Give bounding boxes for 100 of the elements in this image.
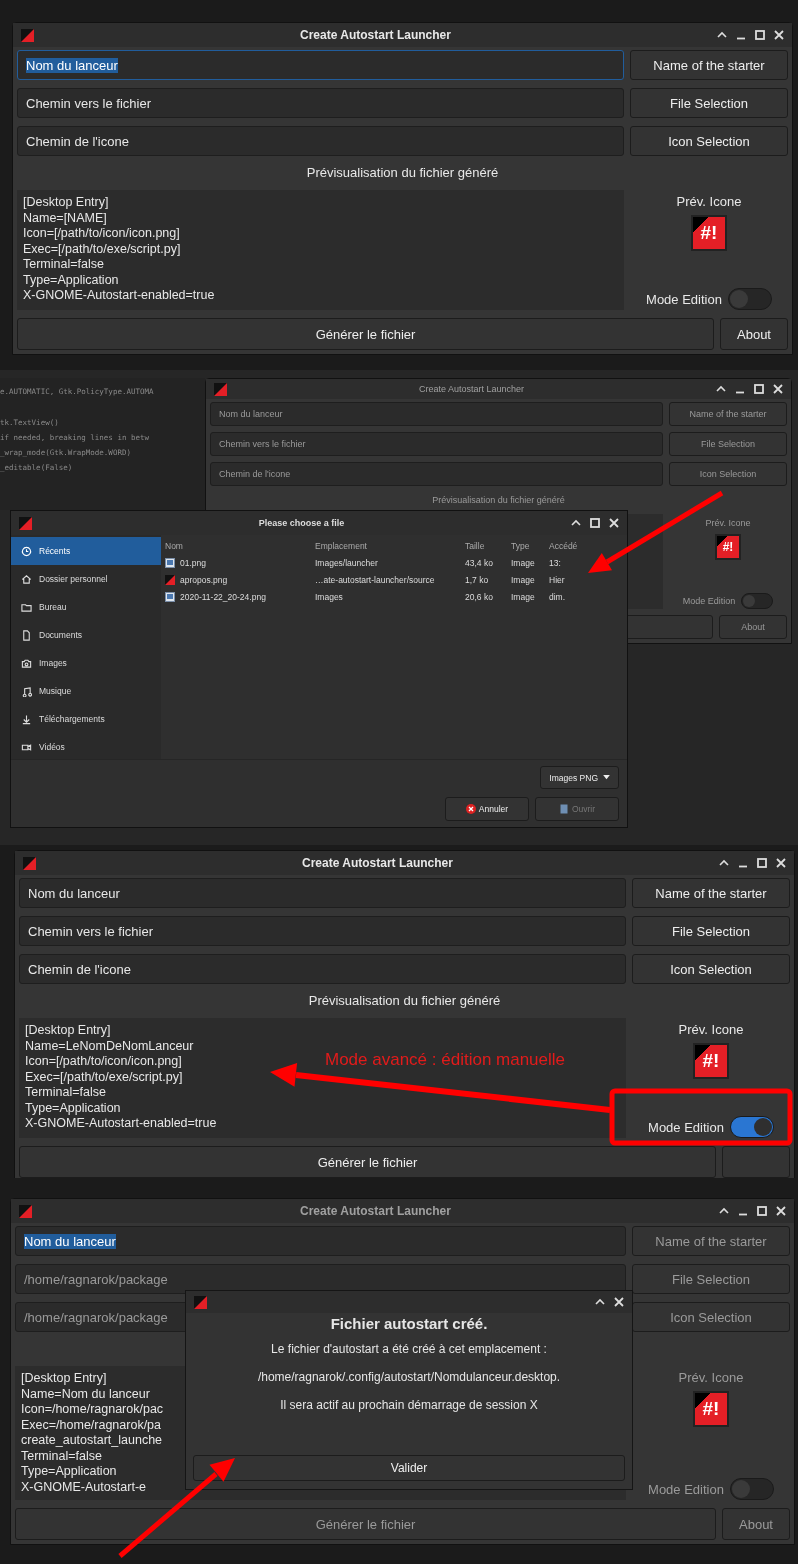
text-line: [Desktop Entry]	[21, 1371, 107, 1387]
table-cell-text: Image	[511, 574, 536, 585]
text-line: Icon=/home/ragnarok/pac	[21, 1402, 164, 1418]
table-cell-text: 13:	[549, 557, 562, 568]
table-cell-text: Images/launcher	[315, 557, 379, 568]
app-logo-icon	[165, 574, 175, 585]
table-cell-text: 20,6 ko	[465, 591, 494, 602]
column-header[interactable]: Type	[511, 540, 549, 551]
column-header[interactable]: Accédé	[549, 540, 599, 551]
chevron-up-icon[interactable]	[595, 1297, 605, 1307]
text-line: Terminal=false	[23, 257, 104, 273]
text-line: [Desktop Entry]	[23, 195, 109, 211]
window-title: Please choose a file	[257, 518, 346, 528]
toggle-label: Mode Edition	[648, 1481, 724, 1497]
text-line: Exec=[/path/to/exe/script.py]	[23, 241, 181, 257]
chevron-up-icon[interactable]	[719, 858, 729, 868]
document-icon	[558, 804, 569, 814]
launcher-icon-preview: #!	[715, 534, 741, 560]
generate-button[interactable]: Générer le fichier	[19, 1146, 716, 1178]
sidebar-item[interactable]: Images	[11, 649, 161, 677]
chevron-up-icon[interactable]	[717, 30, 727, 40]
app-logo-icon	[214, 382, 227, 396]
table-cell: 2020-11-22_20-24.png	[180, 591, 266, 602]
sidebar-item[interactable]: Récents	[11, 537, 161, 565]
table-cell-text: dim.	[549, 591, 567, 602]
text-field[interactable]: Chemin de l'icone	[19, 954, 626, 984]
sidebar-item[interactable]: Téléchargements	[11, 705, 161, 733]
image-file-icon	[165, 557, 175, 568]
close-icon[interactable]	[614, 1297, 624, 1307]
toggle-switch[interactable]	[729, 1116, 774, 1138]
text-field[interactable]: Nom du lanceur	[17, 50, 624, 80]
launcher-icon-preview: #!	[693, 1391, 729, 1427]
sidebar-item[interactable]: Musique	[11, 677, 161, 705]
file-row[interactable]: 01.png Images/launcher 43,4 ko Image 13:	[165, 554, 623, 571]
camera-icon	[21, 657, 32, 669]
close-icon[interactable]	[774, 30, 784, 40]
dialog-text: /home/ragnarok/.config/autostart/Nomdulanceur.desktop.	[257, 1370, 561, 1384]
dialog-button[interactable]: Annuler	[445, 797, 529, 821]
action-button[interactable]: Name of the starter	[630, 50, 788, 80]
image-file-icon	[165, 591, 175, 602]
close-icon[interactable]	[609, 518, 619, 528]
caret-icon	[603, 775, 610, 780]
dialog-text: Le fichier d'autostart a été créé à cet emplacement :	[271, 1342, 547, 1356]
text-line: Name=LeNomDeNomLanceur	[25, 1038, 194, 1054]
chevron-up-icon[interactable]	[571, 518, 581, 528]
action-button[interactable]: Icon Selection	[630, 126, 788, 156]
confirm-button[interactable]: Valider	[193, 1455, 625, 1481]
column-header[interactable]: Nom	[165, 540, 315, 551]
generate-button[interactable]: Générer le fichier	[17, 318, 714, 350]
table-cell-text: Hier	[549, 574, 566, 585]
text-line: Name=[NAME]	[23, 210, 107, 226]
maximize-icon[interactable]	[757, 858, 767, 868]
text-line: Type=Application	[21, 1464, 117, 1480]
file-row[interactable]: apropos.png …ate-autostart-launcher/source 1,7 ko Image Hier	[165, 571, 623, 588]
sidebar-item[interactable]: Vidéos	[11, 733, 161, 761]
column-header[interactable]: Emplacement	[315, 540, 465, 551]
text-line: Type=Application	[25, 1100, 121, 1116]
sidebar-item[interactable]: Bureau	[11, 593, 161, 621]
document-icon	[21, 629, 32, 641]
action-button[interactable]: Icon Selection	[632, 954, 790, 984]
close-icon[interactable]	[776, 858, 786, 868]
section-label: Prévisualisation du fichier généré	[307, 992, 502, 1010]
annotation-text: Mode avancé : édition manuelle	[325, 1050, 566, 1070]
table-cell-text: Images	[315, 591, 344, 602]
text-field[interactable]: Chemin de l'icone	[17, 126, 624, 156]
cancel-icon	[465, 804, 476, 814]
preview-text-area[interactable]: [Desktop Entry] Name=[NAME] Icon=[/path/to/icon/icon.png] Exec=[/path/to/exe/script.py] Terminal=false Type=Application X-GNOME-Autostart-enabled=true	[17, 190, 624, 310]
action-button[interactable]: Name of the starter	[632, 878, 790, 908]
about-button[interactable]: About	[720, 318, 788, 350]
action-button[interactable]: File Selection	[632, 916, 790, 946]
file-type-dropdown[interactable]: Images PNG	[540, 766, 619, 789]
toggle-switch[interactable]	[727, 288, 772, 310]
app-logo-icon	[19, 516, 32, 530]
text-line: Terminal=false	[25, 1085, 106, 1101]
sidebar-item[interactable]: Documents	[11, 621, 161, 649]
folder-icon	[21, 601, 32, 613]
sidebar-item[interactable]: Dossier personnel	[11, 565, 161, 593]
column-header[interactable]: Taille	[465, 540, 511, 551]
text-line: Name=Nom du lanceur	[21, 1386, 150, 1402]
icon-preview-label: Prév. Icone	[705, 518, 751, 528]
toggle-label: Mode Edition	[682, 596, 736, 606]
launcher-icon-preview: #!	[693, 1043, 729, 1079]
download-icon	[21, 713, 32, 725]
maximize-icon[interactable]	[590, 518, 600, 528]
home-icon	[21, 573, 32, 585]
launcher-icon-preview: #!	[691, 215, 727, 251]
text-line: X-GNOME-Autostart-e	[21, 1479, 147, 1495]
text-field[interactable]: Chemin vers le fichier	[19, 916, 626, 946]
action-button[interactable]: File Selection	[630, 88, 788, 118]
icon-preview-label: Prév. Icone	[678, 1370, 744, 1385]
maximize-icon[interactable]	[755, 30, 765, 40]
text-field[interactable]: Chemin vers le fichier	[17, 88, 624, 118]
music-note-icon	[21, 685, 32, 697]
text-line: Exec=/home/ragnarok/pa	[21, 1417, 161, 1433]
file-row[interactable]: 2020-11-22_20-24.png Images 20,6 ko Image dim.	[165, 588, 623, 605]
text-field[interactable]: Nom du lanceur	[19, 878, 626, 908]
icon-preview-label: Prév. Icone	[678, 1022, 744, 1037]
text-line: [Desktop Entry]	[25, 1023, 111, 1039]
table-cell: apropos.png	[180, 574, 228, 585]
window-title: Create Autostart Launcher	[299, 1204, 452, 1218]
